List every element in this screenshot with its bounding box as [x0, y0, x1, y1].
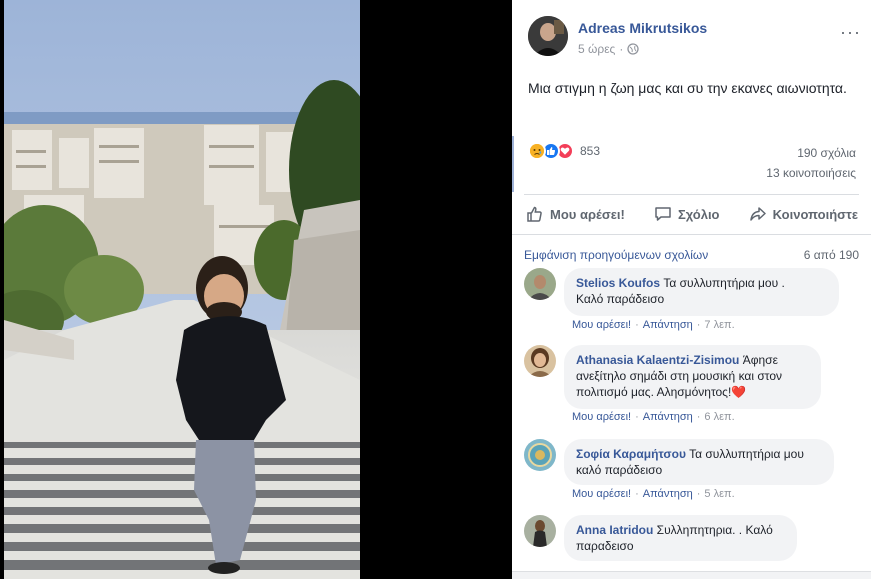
post-actions: Μου αρέσει! Σχόλιο Κοινοποιήστε	[522, 198, 862, 230]
share-button[interactable]: Κοινοποιήστε	[745, 205, 862, 223]
comment-reply-link[interactable]: Απάντηση	[643, 319, 693, 331]
separator: ·	[635, 411, 639, 423]
reactions-count[interactable]: 853	[580, 144, 600, 158]
commenter-name[interactable]: Σοφία Καραμήτσου	[576, 447, 686, 461]
shares-count[interactable]: 13 κοινοποιήσεις	[766, 166, 856, 180]
comment-text: Τα συλλυπητήρια μου .	[660, 276, 785, 290]
comment-text: Τα συλλυπητήρια μου	[685, 447, 804, 461]
more-options-icon[interactable]: ···	[840, 22, 861, 43]
comments-count[interactable]: 190 σχόλια	[797, 146, 856, 160]
comment-text: Συλληπητηρια. . Καλό	[653, 523, 773, 537]
comment-bubble: Σοφία Καραμήτσου Τα συλλυπητήρια μου καλ…	[564, 439, 834, 485]
commenter-avatar[interactable]	[524, 439, 556, 471]
commenter-name[interactable]: Anna Iatridou	[576, 523, 653, 537]
like-button-label: Μου αρέσει!	[550, 206, 625, 222]
photo-viewer	[0, 0, 512, 579]
post-header: Adreas Mikrutsikos 5 ώρες · ···	[512, 0, 871, 70]
comment-like-link[interactable]: Μου αρέσει!	[572, 411, 631, 423]
comment-actions: Μου αρέσει! · Απάντηση · 6 λεπ.	[572, 411, 735, 423]
sad-reaction-icon	[528, 142, 546, 160]
post-panel: Adreas Mikrutsikos 5 ώρες · ··· Μια στιγ…	[512, 0, 871, 579]
commenter-name[interactable]: Athanasia Kalaentzi-Zisimou	[576, 353, 739, 367]
comment-composer-strip	[512, 571, 871, 579]
divider	[524, 194, 859, 195]
comment-text-line3: πολιτισμό μας. Αλησμόνητος!	[576, 385, 732, 399]
comment-text-line2: ανεξίτηλο σημάδι στη μουσική και στον	[576, 369, 783, 383]
comment-text-line2: καλό παράδεισο	[576, 463, 663, 477]
separator: ·	[696, 319, 701, 331]
commenter-avatar[interactable]	[524, 345, 556, 377]
comment-bubble: Stelios Koufos Τα συλλυπητήρια μου . Καλ…	[564, 268, 839, 316]
comment-bubble: Athanasia Kalaentzi-Zisimou Άφησε ανεξίτ…	[564, 345, 821, 409]
comment-reply-link[interactable]: Απάντηση	[643, 411, 693, 423]
comment-reply-link[interactable]: Απάντηση	[643, 488, 693, 500]
comment-text: Άφησε	[739, 353, 778, 367]
comment-button[interactable]: Σχόλιο	[650, 205, 724, 223]
comment-bubble: Anna Iatridou Συλληπητηρια. . Καλό παραδ…	[564, 515, 797, 561]
comment-time[interactable]: 6 λεπ.	[704, 411, 734, 423]
focus-indicator	[512, 136, 514, 192]
commenter-avatar[interactable]	[524, 515, 556, 547]
meta-separator: ·	[619, 42, 624, 56]
separator: ·	[696, 411, 701, 423]
divider	[512, 234, 871, 235]
heart-emoji: ❤️	[731, 385, 747, 399]
comment-text-line2: παραδεισο	[576, 539, 634, 553]
separator: ·	[635, 488, 639, 500]
reactions-summary[interactable]: 853	[528, 142, 600, 160]
author-avatar[interactable]	[528, 16, 568, 56]
post-photo[interactable]	[4, 0, 360, 579]
view-previous-comments-link[interactable]: Εμφάνιση προηγούμενων σχολίων	[524, 248, 708, 262]
comment-text-line2: Καλό παράδεισο	[576, 292, 665, 306]
author-name[interactable]: Adreas Mikrutsikos	[578, 20, 707, 36]
comment-actions: Μου αρέσει! · Απάντηση · 5 λεπ.	[572, 488, 735, 500]
separator: ·	[635, 319, 639, 331]
comment-time[interactable]: 7 λεπ.	[704, 319, 734, 331]
post-time[interactable]: 5 ώρες	[578, 42, 615, 56]
commenter-name[interactable]: Stelios Koufos	[576, 276, 660, 290]
comments-shown-count: 6 από 190	[803, 248, 859, 262]
thumbs-up-icon	[527, 206, 542, 222]
post-text: Μια στιγμη η ζωη μας και συ την εκανες α…	[528, 80, 847, 96]
comment-like-link[interactable]: Μου αρέσει!	[572, 319, 631, 331]
separator: ·	[696, 488, 701, 500]
share-icon	[749, 207, 766, 221]
comment-like-link[interactable]: Μου αρέσει!	[572, 488, 631, 500]
comment-button-label: Σχόλιο	[677, 206, 720, 222]
comment-actions: Μου αρέσει! · Απάντηση · 7 λεπ.	[572, 319, 735, 331]
share-button-label: Κοινοποιήστε	[772, 206, 858, 222]
like-button[interactable]: Μου αρέσει!	[522, 205, 629, 223]
globe-icon[interactable]	[627, 43, 639, 55]
comment-icon	[655, 207, 671, 221]
post-meta: 5 ώρες ·	[578, 42, 639, 56]
commenter-avatar[interactable]	[524, 268, 556, 300]
comment-time[interactable]: 5 λεπ.	[704, 488, 734, 500]
